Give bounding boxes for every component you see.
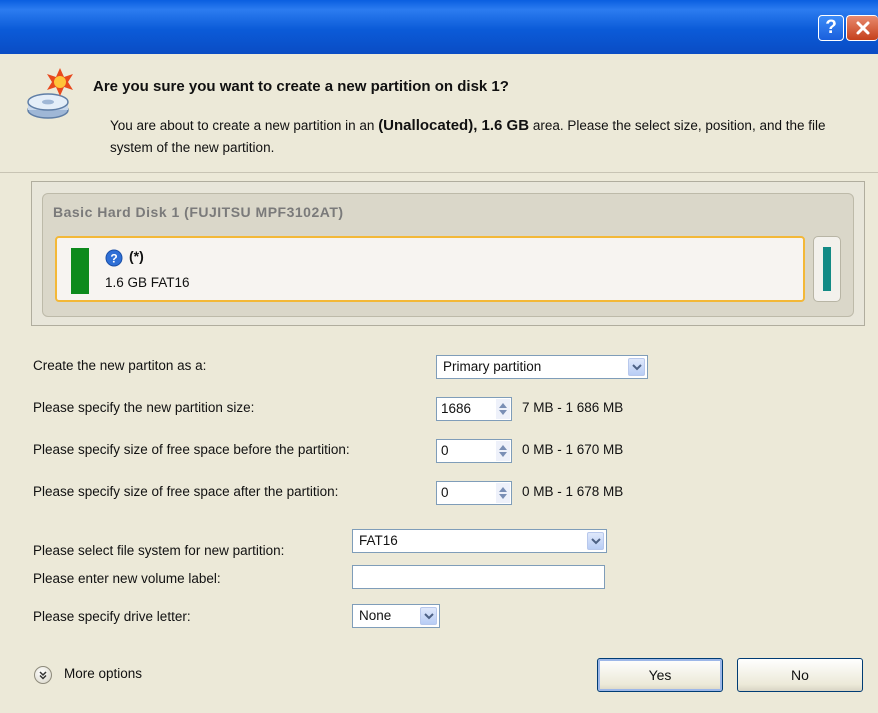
adjacent-partition-color-bar [823, 247, 831, 291]
size-range: 7 MB - 1 686 MB [522, 400, 624, 415]
yes-button[interactable]: Yes [597, 658, 723, 692]
size-label: Please specify the new partition size: [33, 400, 255, 415]
help-icon: ? [825, 17, 837, 38]
filesystem-select[interactable]: FAT16 [352, 529, 607, 553]
partition-info: 1.6 GB FAT16 [105, 275, 190, 290]
spinner-arrows-icon[interactable] [496, 483, 510, 503]
double-chevron-down-icon[interactable] [34, 666, 52, 684]
drive-letter-select[interactable]: None [352, 604, 440, 628]
chevron-down-icon[interactable] [628, 358, 645, 376]
after-range: 0 MB - 1 678 MB [522, 484, 624, 499]
partition-type-value: Primary partition [443, 359, 542, 374]
description-area: (Unallocated), 1.6 GB [378, 117, 530, 134]
spinner-arrows-icon[interactable] [496, 441, 510, 461]
filesystem-value: FAT16 [359, 533, 398, 548]
disk-map: Basic Hard Disk 1 (FUJITSU MPF3102AT) ? … [42, 193, 854, 317]
create-as-label: Create the new partiton as a: [33, 358, 207, 373]
create-partition-dialog: ? Are you sure you want to create a new … [0, 0, 878, 713]
volume-label-label: Please enter new volume label: [33, 571, 221, 586]
size-spinner[interactable]: 1686 [436, 397, 512, 421]
after-value: 0 [441, 485, 449, 500]
dialog-description: You are about to create a new partition … [110, 115, 860, 159]
partition-name: (*) [129, 248, 144, 264]
partition-type-select[interactable]: Primary partition [436, 355, 648, 379]
drive-letter-label: Please specify drive letter: [33, 609, 191, 624]
before-label: Please specify size of free space before… [33, 442, 350, 457]
chevron-down-icon[interactable] [587, 532, 604, 550]
title-bar[interactable]: ? [0, 0, 878, 54]
spinner-arrows-icon[interactable] [496, 399, 510, 419]
after-label: Please specify size of free space after … [33, 484, 339, 499]
dialog-question: Are you sure you want to create a new pa… [93, 78, 509, 95]
disk-new-partition-icon [27, 68, 73, 119]
new-partition-block[interactable]: ? (*) 1.6 GB FAT16 [55, 236, 805, 302]
more-options-link[interactable]: More options [64, 666, 142, 681]
volume-label-input[interactable] [352, 565, 605, 589]
question-circle-icon: ? [105, 249, 123, 267]
disk-title: Basic Hard Disk 1 (FUJITSU MPF3102AT) [53, 204, 344, 220]
after-spinner[interactable]: 0 [436, 481, 512, 505]
close-icon [856, 21, 869, 35]
no-button[interactable]: No [737, 658, 863, 692]
svg-text:?: ? [110, 252, 117, 266]
chevron-down-icon[interactable] [420, 607, 437, 625]
size-value: 1686 [441, 401, 472, 416]
close-button[interactable] [846, 15, 878, 41]
header-separator [0, 172, 878, 173]
before-spinner[interactable]: 0 [436, 439, 512, 463]
description-text: You are about to create a new partition … [110, 118, 379, 133]
partition-color-bar [71, 248, 89, 294]
filesystem-label: Please select file system for new partit… [33, 543, 285, 558]
before-value: 0 [441, 443, 449, 458]
before-range: 0 MB - 1 670 MB [522, 442, 624, 457]
help-button[interactable]: ? [818, 15, 844, 41]
disk-map-panel: Basic Hard Disk 1 (FUJITSU MPF3102AT) ? … [31, 181, 865, 326]
adjacent-partition-block[interactable] [813, 236, 841, 302]
drive-letter-value: None [359, 608, 392, 623]
